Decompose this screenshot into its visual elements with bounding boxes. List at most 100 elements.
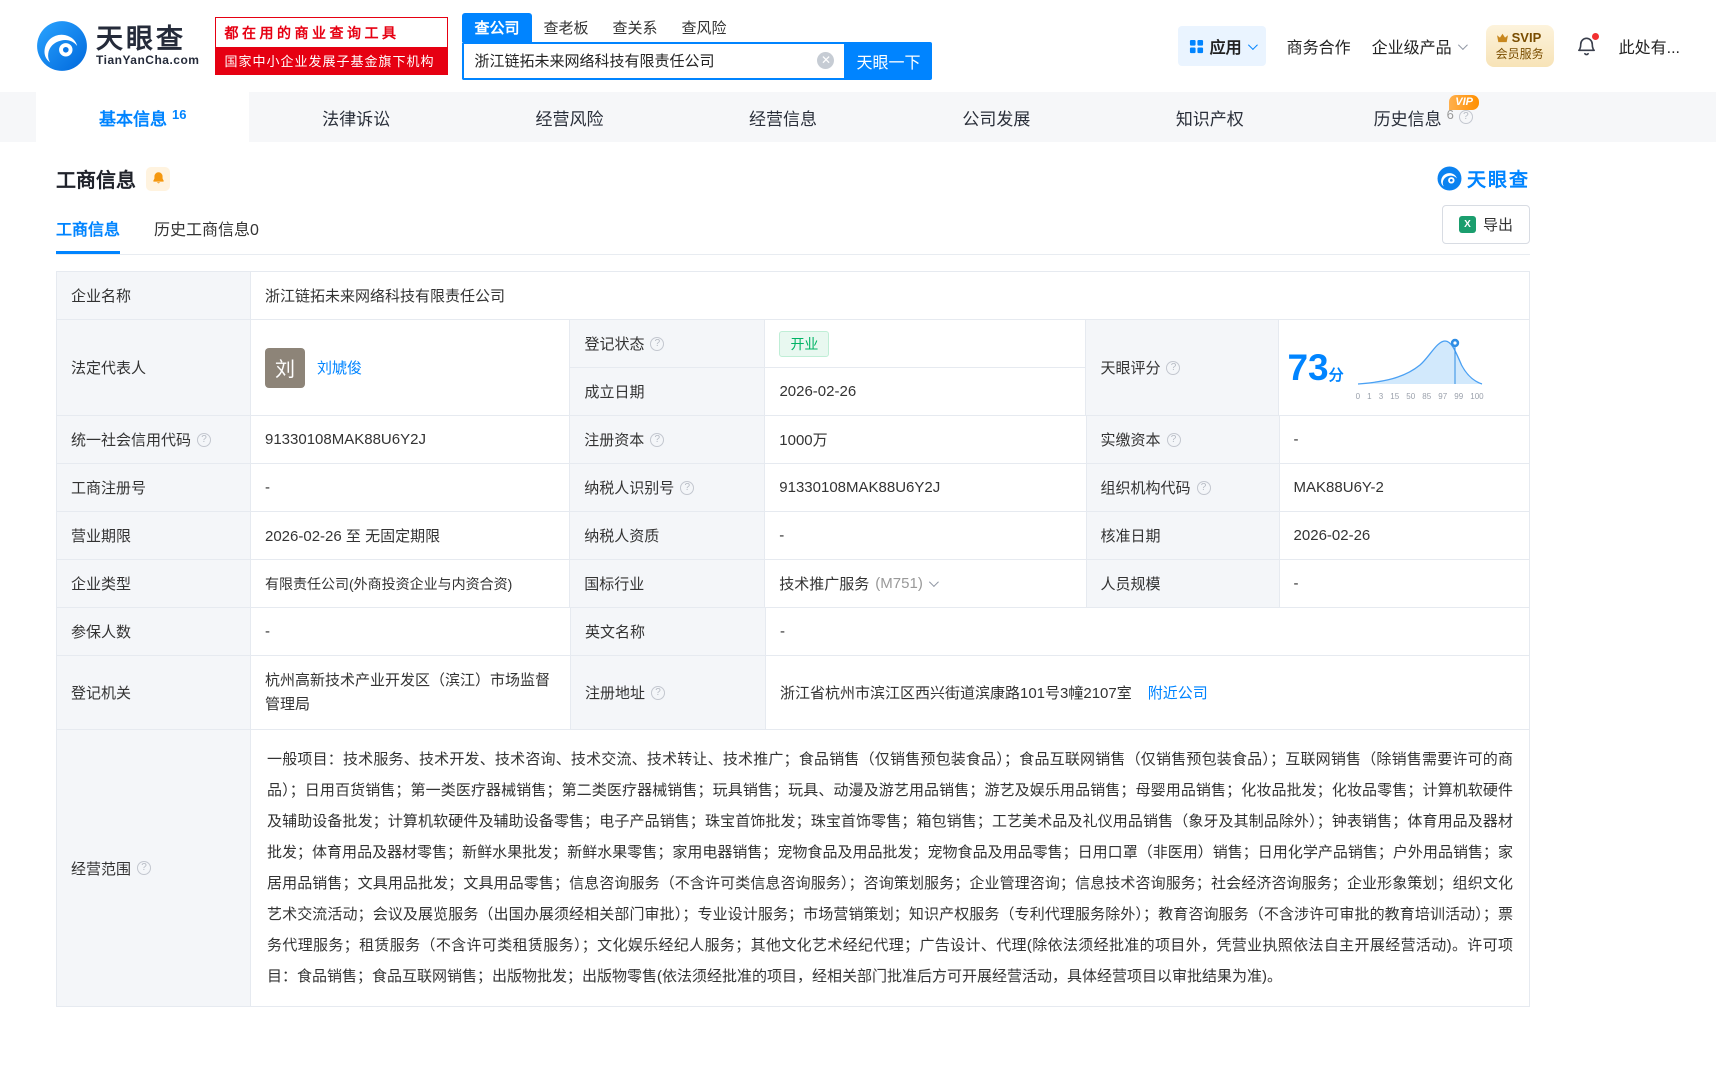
help-icon[interactable]: [1166, 360, 1181, 375]
business-term-label: 营业期限: [57, 512, 251, 559]
help-icon[interactable]: [137, 861, 152, 875]
approve-date-label: 核准日期: [1086, 512, 1280, 559]
tab-intellectual-property[interactable]: 知识产权: [1103, 92, 1316, 142]
help-icon[interactable]: [680, 480, 695, 495]
org-code-label: 组织机构代码: [1086, 464, 1280, 511]
status-badge: 开业: [779, 330, 830, 357]
search-button[interactable]: 天眼一下: [844, 41, 933, 80]
company-name-value: 浙江链拓未来网络科技有限责任公司: [265, 288, 506, 305]
excel-icon: X: [1458, 216, 1476, 233]
tab-legal-litigation[interactable]: 法律诉讼: [249, 92, 462, 142]
svip-title: SVIP: [1511, 30, 1542, 45]
table-row: 法定代表人 刘 刘虓俊 登记状态 开业 成立日期 2026-02-26: [57, 320, 1529, 416]
promo-banner-line2: 国家中小企业发展子基金旗下机构: [216, 47, 448, 74]
chevron-down-icon[interactable]: [928, 577, 939, 588]
legal-rep-value: 刘 刘虓俊: [251, 320, 571, 415]
crown-icon: [1496, 33, 1508, 42]
reg-capital-value: 1000万: [765, 416, 1087, 463]
tab-label: 知识产权: [1175, 109, 1244, 129]
tianyancha-watermark: 天眼查: [1437, 165, 1530, 192]
export-button[interactable]: X 导出: [1441, 205, 1530, 244]
header-menu: 应用 商务合作 企业级产品 SVIP 会员服务 此处有...: [1177, 25, 1680, 67]
help-icon[interactable]: [650, 336, 665, 351]
search-tab-risk[interactable]: 查风险: [670, 13, 739, 42]
score-axis: 0 1 3 15 50 85 97 99 100: [1355, 392, 1484, 401]
insured-label: 参保人数: [57, 608, 251, 655]
search-tab-company[interactable]: 查公司: [462, 12, 532, 42]
search-input[interactable]: [474, 52, 818, 69]
table-row: 登记机关 杭州高新技术产业开发区（滨江）市场监督管理局 注册地址 浙江省杭州市滨…: [57, 656, 1529, 730]
authority-label: 登记机关: [57, 656, 251, 729]
apps-dropdown[interactable]: 应用: [1177, 26, 1266, 66]
credit-code-value: 91330108MAK88U6Y2J: [251, 416, 571, 463]
taxpayer-quality-value: -: [765, 512, 1087, 559]
watermark-brand-text: 天眼查: [1466, 170, 1530, 191]
industry-code: (M751): [875, 575, 923, 592]
tab-count: 16: [171, 106, 187, 122]
scope-label: 经营范围: [57, 730, 251, 1006]
enterprise-products-dropdown[interactable]: 企业级产品: [1371, 34, 1468, 58]
enterprise-products-label: 企业级产品: [1371, 40, 1452, 57]
notification-dot: [1591, 32, 1599, 40]
tianyancha-logo-icon: [1437, 166, 1462, 191]
help-icon[interactable]: [1458, 110, 1473, 124]
establish-date-label: 成立日期: [570, 368, 766, 415]
subtab-business-info[interactable]: 工商信息: [56, 216, 121, 254]
status-date-group: 登记状态 开业 成立日期 2026-02-26: [570, 320, 1087, 415]
tab-history-info[interactable]: VIP 历史信息 6: [1317, 92, 1530, 142]
reg-no-label: 工商注册号: [57, 464, 251, 511]
search-tabs: 查公司 查老板 查关系 查风险: [462, 12, 932, 42]
subtab-bar: 工商信息 历史工商信息0 X 导出: [56, 205, 1530, 255]
table-row: 企业类型 有限责任公司(外商投资企业与内资合资) 国标行业 技术推广服务 (M7…: [57, 560, 1529, 608]
search-input-box: ✕: [462, 41, 845, 80]
tianyancha-logo[interactable]: 天眼查 TianYanCha.com: [36, 20, 199, 72]
business-cooperation-link[interactable]: 商务合作: [1287, 34, 1351, 58]
industry-label: 国标行业: [570, 560, 766, 607]
help-icon[interactable]: [197, 432, 212, 447]
score-number: 73: [1287, 347, 1329, 388]
tab-company-development[interactable]: 公司发展: [890, 92, 1103, 142]
taxpayer-quality-label: 纳税人资质: [570, 512, 766, 559]
legal-rep-name-link[interactable]: 刘虓俊: [317, 357, 362, 378]
apps-label: 应用: [1209, 40, 1242, 57]
search-area: 查公司 查老板 查关系 查风险 ✕ 天眼一下: [462, 12, 933, 80]
taxpayer-no-label: 纳税人识别号: [570, 464, 766, 511]
table-row: 统一社会信用代码 91330108MAK88U6Y2J 注册资本 1000万 实…: [57, 416, 1529, 464]
user-account-menu[interactable]: 此处有...: [1619, 34, 1680, 58]
apps-grid-icon: [1189, 39, 1203, 53]
search-tab-relation[interactable]: 查关系: [601, 13, 670, 42]
bell-icon: [152, 172, 164, 184]
table-row: 工商注册号 - 纳税人识别号 91330108MAK88U6Y2J 组织机构代码…: [57, 464, 1529, 512]
nearby-companies-link[interactable]: 附近公司: [1148, 682, 1208, 703]
industry-value[interactable]: 技术推广服务 (M751): [765, 560, 1087, 607]
help-icon[interactable]: [1166, 432, 1181, 447]
score-curve: [1357, 338, 1482, 385]
score-label: 天眼评分: [1086, 320, 1280, 415]
tab-operating-info[interactable]: 经营信息: [676, 92, 889, 142]
help-icon[interactable]: [1196, 480, 1211, 495]
subscribe-bell-button[interactable]: [146, 166, 170, 191]
help-icon[interactable]: [651, 685, 666, 700]
clear-search-icon[interactable]: ✕: [817, 52, 835, 69]
insured-value: -: [251, 608, 571, 655]
svip-membership-button[interactable]: SVIP 会员服务: [1485, 25, 1554, 67]
svip-subtitle: 会员服务: [1495, 47, 1544, 61]
table-row: 企业名称 浙江链拓未来网络科技有限责任公司: [57, 272, 1529, 320]
main-content: 工商信息 天眼查 工商信息 历史工商信息0 X 导出 企业名称 浙江链拓未来网络…: [56, 164, 1530, 1007]
business-info-table: 企业名称 浙江链拓未来网络科技有限责任公司 法定代表人 刘 刘虓俊 登记状态 开…: [56, 271, 1530, 1007]
staff-size-value: -: [1293, 575, 1299, 592]
en-name-label: 英文名称: [571, 608, 766, 655]
subtab-history-business-info[interactable]: 历史工商信息0: [154, 216, 259, 254]
business-term-value: 2026-02-26 至 无固定期限: [251, 512, 571, 559]
approve-date-value: 2026-02-26: [1293, 527, 1371, 544]
export-label: 导出: [1482, 217, 1513, 234]
tab-operating-risk[interactable]: 经营风险: [463, 92, 676, 142]
tab-basic-info[interactable]: 基本信息 16: [36, 92, 250, 142]
company-type-label: 企业类型: [57, 560, 251, 607]
notifications-bell[interactable]: [1575, 32, 1599, 58]
score-unit: 分: [1328, 367, 1344, 384]
search-tab-boss[interactable]: 查老板: [532, 13, 601, 42]
reg-status-value: 开业: [765, 320, 1085, 367]
help-icon[interactable]: [650, 432, 665, 447]
logo-domain-text: TianYanCha.com: [96, 53, 200, 68]
